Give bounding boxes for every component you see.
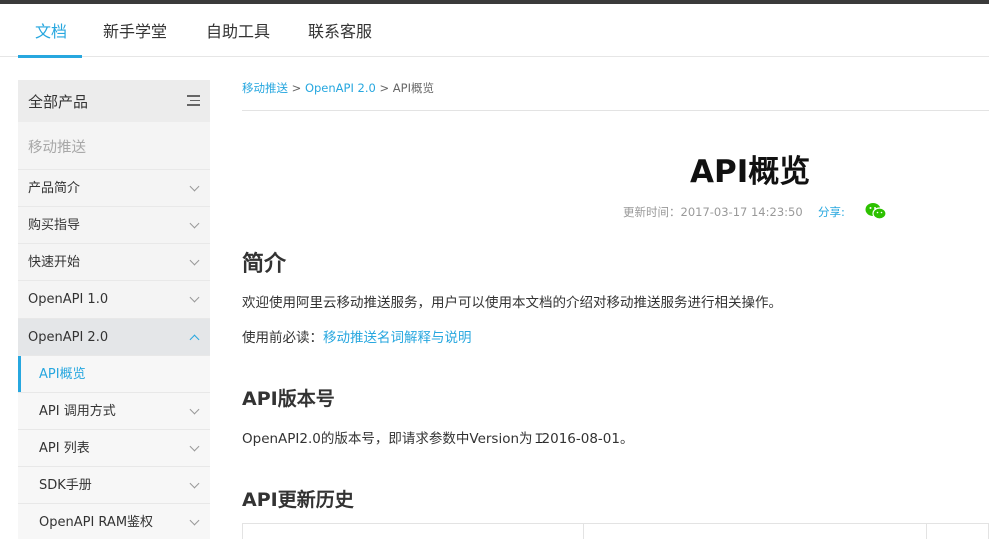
top-navigation: 文档 新手学堂 自助工具 联系客服 (0, 4, 989, 58)
sidebar-item-label: API 调用方式 (39, 404, 116, 419)
sidebar-item-label: 购买指导 (28, 218, 81, 233)
tab-beginner-school[interactable]: 新手学堂 (103, 4, 167, 57)
tab-self-service-tools[interactable]: 自助工具 (206, 4, 270, 57)
sidebar-item-label: API 列表 (39, 441, 90, 456)
update-time-value: 2017-03-17 14:23:50 (680, 205, 803, 219)
intro-paragraph: 欢迎使用阿里云移动推送服务，用户可以使用本文档的介绍对移动推送服务进行相关操作。 (242, 295, 782, 311)
sidebar-item-api-call-method[interactable]: API 调用方式 (18, 392, 210, 429)
chevron-down-icon (189, 478, 200, 489)
sidebar-item-purchase-guide[interactable]: 购买指导 (18, 206, 210, 243)
prerequisite-paragraph: 使用前必读：移动推送名词解释与说明 (242, 326, 472, 346)
chevron-down-icon (189, 181, 200, 192)
section-heading-intro: 简介 (242, 252, 287, 277)
sidebar-item-label: SDK手册 (39, 478, 92, 493)
section-heading-update-history: API更新历史 (242, 489, 354, 511)
sidebar-item-label: API概览 (39, 367, 86, 382)
breadcrumb-link-product[interactable]: 移动推送 (242, 81, 288, 95)
sidebar-item-openapi-2[interactable]: OpenAPI 2.0 (18, 318, 210, 355)
active-tab-underline (18, 55, 82, 58)
text-cursor-icon: Ｉ (532, 432, 546, 447)
table-column-divider (583, 524, 584, 539)
breadcrumb-separator: > (379, 81, 390, 95)
sidebar: 全部产品 移动推送 产品简介 购买指导 快速开始 OpenAPI 1.0 Ope… (18, 80, 210, 539)
list-menu-icon[interactable] (187, 95, 200, 106)
breadcrumb-current: API概览 (392, 81, 434, 95)
glossary-link[interactable]: 移动推送名词解释与说明 (323, 330, 472, 346)
version-value: 2016-08-01。 (541, 431, 634, 447)
sidebar-item-label: OpenAPI 1.0 (28, 292, 109, 307)
tab-docs[interactable]: 文档 (35, 4, 67, 57)
chevron-down-icon (189, 515, 200, 526)
breadcrumb: 移动推送 > OpenAPI 2.0 > API概览 (242, 80, 434, 96)
chevron-up-icon (189, 334, 200, 345)
section-heading-version: API版本号 (242, 388, 335, 410)
sidebar-product-title: 移动推送 (28, 140, 86, 156)
page-title: API概览 (690, 154, 811, 190)
chevron-down-icon (189, 292, 200, 303)
wechat-share-icon[interactable] (865, 202, 887, 220)
update-history-table (242, 523, 989, 539)
chevron-down-icon (189, 255, 200, 266)
breadcrumb-separator: > (291, 81, 302, 95)
chevron-down-icon (189, 441, 200, 452)
version-text: OpenAPI2.0的版本号，即请求参数中Version为 (242, 431, 533, 447)
sidebar-item-openapi-ram-auth[interactable]: OpenAPI RAM鉴权 (18, 503, 210, 539)
tab-customer-service[interactable]: 联系客服 (308, 4, 372, 57)
table-column-divider (926, 524, 927, 539)
breadcrumb-divider (242, 110, 989, 111)
sidebar-item-product-intro[interactable]: 产品简介 (18, 169, 210, 206)
sidebar-item-quick-start[interactable]: 快速开始 (18, 243, 210, 280)
prerequisite-label: 使用前必读： (242, 330, 323, 346)
sidebar-item-label: 产品简介 (28, 181, 81, 196)
chevron-down-icon (189, 404, 200, 415)
chevron-down-icon (189, 218, 200, 229)
current-item-indicator (18, 356, 21, 393)
update-time: 更新时间：2017-03-17 14:23:50 (623, 204, 803, 220)
breadcrumb-link-openapi[interactable]: OpenAPI 2.0 (305, 81, 376, 95)
version-paragraph: OpenAPI2.0的版本号，即请求参数中Version为Ｉ2016-08-01… (242, 427, 634, 447)
sidebar-item-openapi-1[interactable]: OpenAPI 1.0 (18, 280, 210, 317)
sidebar-header[interactable]: 全部产品 (18, 80, 210, 122)
sidebar-item-sdk-manual[interactable]: SDK手册 (18, 466, 210, 503)
sidebar-item-label: OpenAPI 2.0 (28, 330, 109, 345)
all-products-label: 全部产品 (28, 93, 89, 111)
update-time-label: 更新时间： (623, 205, 681, 219)
sidebar-item-api-overview[interactable]: API概览 (18, 355, 210, 393)
sidebar-item-api-list[interactable]: API 列表 (18, 429, 210, 466)
sidebar-item-label: 快速开始 (28, 255, 81, 270)
share-label: 分享: (818, 205, 845, 219)
sidebar-item-label: OpenAPI RAM鉴权 (39, 515, 154, 530)
